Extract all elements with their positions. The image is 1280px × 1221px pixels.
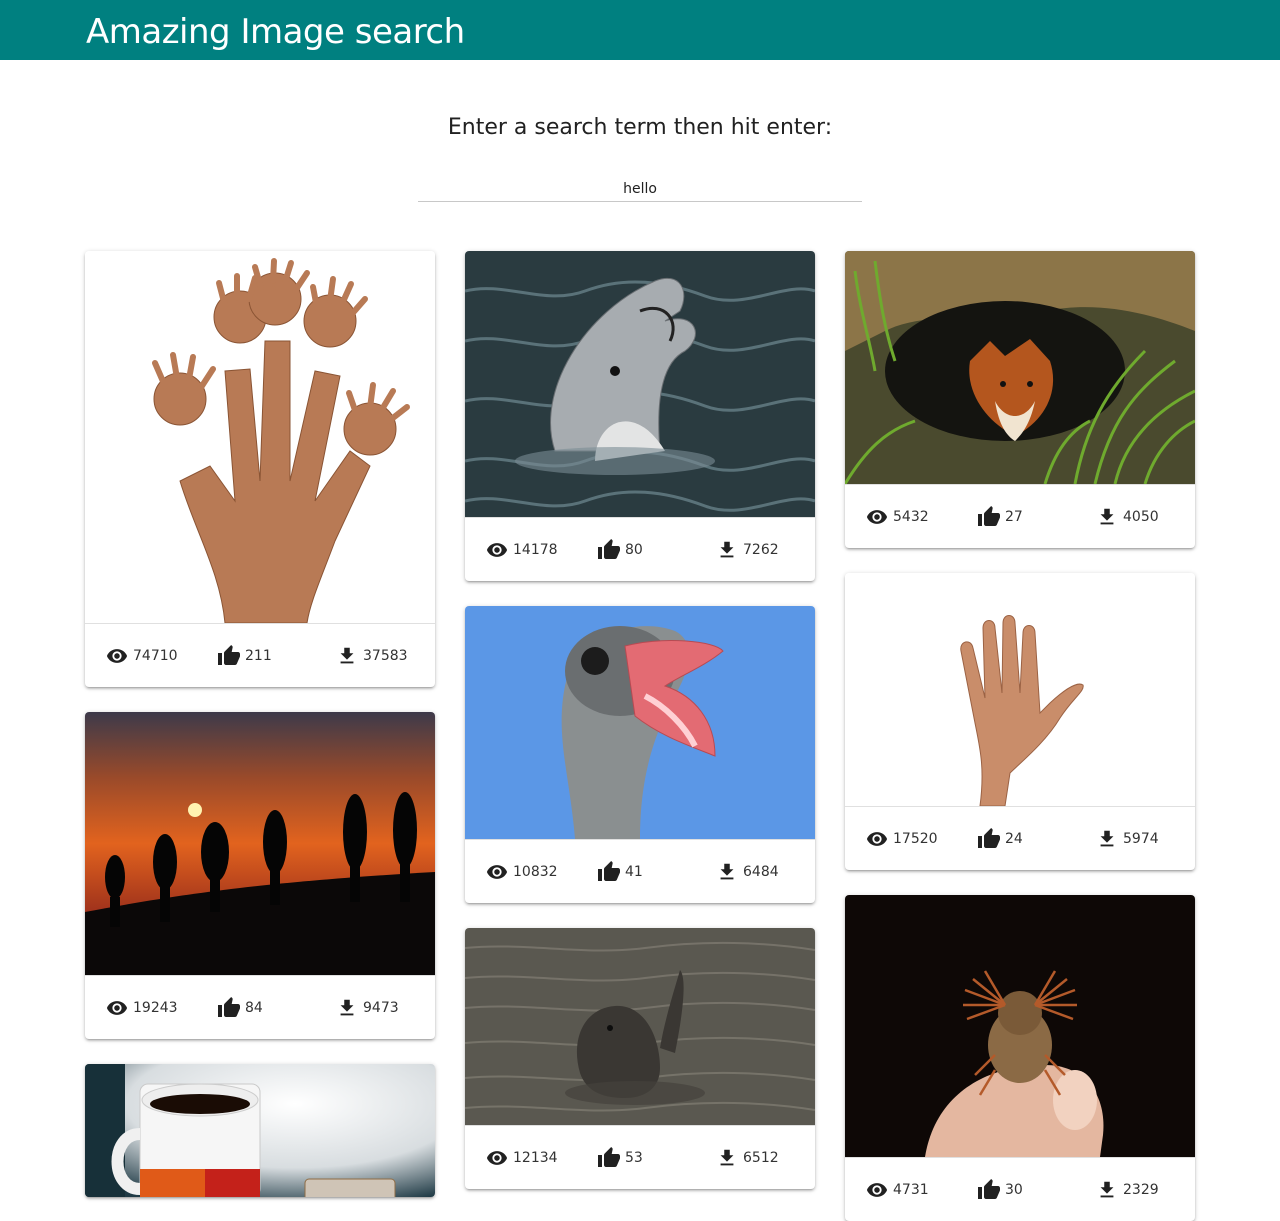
likes-count: 27	[1005, 509, 1023, 525]
likes-stat: 84	[217, 976, 263, 1039]
views-stat: 12134	[485, 1126, 558, 1189]
likes-stat: 53	[597, 1126, 643, 1189]
card-image-coffee[interactable]	[85, 1064, 435, 1197]
views-stat: 4731	[865, 1158, 929, 1221]
likes-stat: 41	[597, 840, 643, 903]
views-count: 19243	[133, 1000, 178, 1016]
views-stat: 14178	[485, 518, 558, 581]
thumb-up-icon	[977, 505, 1001, 529]
card-stats: 5432 27 4050	[845, 484, 1195, 548]
likes-stat: 80	[597, 518, 643, 581]
card-image-ostrich[interactable]	[465, 606, 815, 839]
likes-stat: 211	[217, 624, 272, 687]
card-stats: 10832 41 6484	[465, 839, 815, 903]
likes-count: 53	[625, 1150, 643, 1166]
card-stats: 19243 84 9473	[85, 975, 435, 1039]
views-count: 17520	[893, 831, 938, 847]
views-count: 4731	[893, 1182, 929, 1198]
eye-icon	[865, 1178, 889, 1202]
image-card[interactable]: 14178 80 7262	[465, 251, 815, 581]
card-stats: 14178 80 7262	[465, 517, 815, 581]
card-stats: 74710 211 37583	[85, 623, 435, 687]
card-stats: 12134 53 6512	[465, 1125, 815, 1189]
card-image-dolphin[interactable]	[465, 251, 815, 517]
card-image-hands[interactable]	[85, 251, 435, 623]
views-stat: 5432	[865, 485, 929, 548]
download-icon	[1095, 505, 1119, 529]
eye-icon	[865, 505, 889, 529]
likes-stat: 27	[977, 485, 1023, 548]
views-count: 74710	[133, 648, 178, 664]
likes-count: 84	[245, 1000, 263, 1016]
views-stat: 10832	[485, 840, 558, 903]
image-card[interactable]: 12134 53 6512	[465, 928, 815, 1189]
download-icon	[715, 538, 739, 562]
eye-icon	[105, 996, 129, 1020]
download-icon	[1095, 1178, 1119, 1202]
thumb-up-icon	[217, 644, 241, 668]
eye-icon	[485, 860, 509, 884]
image-card[interactable]: 17520 24 5974	[845, 573, 1195, 870]
eye-icon	[485, 1146, 509, 1170]
download-icon	[335, 644, 359, 668]
download-icon	[715, 1146, 739, 1170]
image-card[interactable]: 74710 211 37583	[85, 251, 435, 687]
thumb-up-icon	[977, 827, 1001, 851]
thumb-up-icon	[597, 860, 621, 884]
download-icon	[715, 860, 739, 884]
likes-count: 30	[1005, 1182, 1023, 1198]
eye-icon	[865, 827, 889, 851]
downloads-stat: 37583	[335, 624, 408, 687]
views-count: 14178	[513, 542, 558, 558]
thumb-up-icon	[597, 1146, 621, 1170]
likes-count: 41	[625, 864, 643, 880]
image-card[interactable]: 5432 27 4050	[845, 251, 1195, 548]
image-card[interactable]: 4731 30 2329	[845, 895, 1195, 1221]
downloads-stat: 4050	[1095, 485, 1159, 548]
downloads-count: 7262	[743, 542, 779, 558]
downloads-stat: 9473	[335, 976, 399, 1039]
likes-count: 211	[245, 648, 272, 664]
thumb-up-icon	[977, 1178, 1001, 1202]
card-image-seal[interactable]	[465, 928, 815, 1125]
likes-stat: 24	[977, 807, 1023, 870]
downloads-count: 37583	[363, 648, 408, 664]
image-grid: 74710 211 37583 19243 84 9473 14178 80 7…	[0, 0, 1280, 1221]
downloads-count: 4050	[1123, 509, 1159, 525]
downloads-count: 6484	[743, 864, 779, 880]
downloads-stat: 6484	[715, 840, 779, 903]
image-card[interactable]: 10832 41 6484	[465, 606, 815, 903]
card-image-beetle[interactable]	[845, 895, 1195, 1157]
card-image-hikers[interactable]	[85, 712, 435, 975]
eye-icon	[485, 538, 509, 562]
likes-count: 80	[625, 542, 643, 558]
views-stat: 74710	[105, 624, 178, 687]
downloads-stat: 7262	[715, 518, 779, 581]
views-stat: 17520	[865, 807, 938, 870]
downloads-count: 5974	[1123, 831, 1159, 847]
downloads-count: 9473	[363, 1000, 399, 1016]
views-count: 12134	[513, 1150, 558, 1166]
card-image-fox[interactable]	[845, 251, 1195, 484]
image-card[interactable]	[85, 1064, 435, 1197]
downloads-stat: 5974	[1095, 807, 1159, 870]
thumb-up-icon	[217, 996, 241, 1020]
downloads-stat: 6512	[715, 1126, 779, 1189]
downloads-count: 6512	[743, 1150, 779, 1166]
card-stats: 4731 30 2329	[845, 1157, 1195, 1221]
likes-stat: 30	[977, 1158, 1023, 1221]
download-icon	[335, 996, 359, 1020]
views-count: 5432	[893, 509, 929, 525]
card-stats: 17520 24 5974	[845, 806, 1195, 870]
download-icon	[1095, 827, 1119, 851]
card-image-waving-hand[interactable]	[845, 573, 1195, 806]
views-count: 10832	[513, 864, 558, 880]
views-stat: 19243	[105, 976, 178, 1039]
downloads-count: 2329	[1123, 1182, 1159, 1198]
downloads-stat: 2329	[1095, 1158, 1159, 1221]
thumb-up-icon	[597, 538, 621, 562]
likes-count: 24	[1005, 831, 1023, 847]
eye-icon	[105, 644, 129, 668]
image-card[interactable]: 19243 84 9473	[85, 712, 435, 1039]
